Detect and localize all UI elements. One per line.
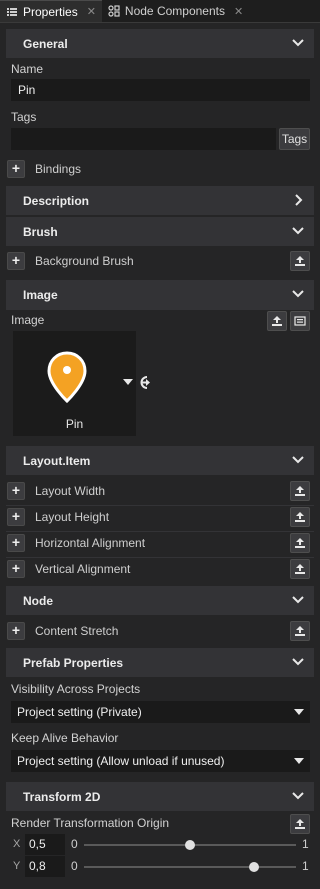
tab-bar: Properties ✕ Node Components ✕ [0, 0, 320, 23]
x-axis-label: X [13, 838, 21, 850]
upload-icon[interactable] [290, 507, 310, 527]
add-horizontal-alignment-button[interactable]: + [7, 534, 25, 552]
divider [6, 557, 314, 558]
image-label: Image [11, 313, 45, 327]
caret-down-icon[interactable] [123, 379, 133, 386]
add-layout-width-button[interactable]: + [7, 482, 25, 500]
divider [6, 531, 314, 532]
section-title: Prefab Properties [23, 655, 124, 670]
section-title: Brush [23, 224, 58, 239]
section-general[interactable]: General [6, 29, 314, 58]
section-title: Node [23, 593, 53, 608]
section-brush[interactable]: Brush [6, 217, 314, 246]
upload-icon[interactable] [267, 311, 287, 331]
visibility-value: Project setting (Private) [17, 705, 142, 719]
keep-alive-label: Keep Alive Behavior [11, 731, 119, 745]
chevron-down-icon [292, 456, 304, 464]
close-icon[interactable]: ✕ [87, 5, 96, 18]
content-stretch-label: Content Stretch [35, 624, 119, 638]
render-origin-label: Render Transformation Origin [11, 816, 170, 830]
tags-field[interactable] [11, 128, 276, 150]
chevron-down-icon [292, 792, 304, 800]
browse-icon[interactable] [290, 311, 310, 331]
section-title: Description [23, 193, 90, 208]
section-transform-2d[interactable]: Transform 2D [6, 782, 314, 811]
add-background-brush-button[interactable]: + [7, 252, 25, 270]
tab-node-components-label: Node Components [124, 4, 225, 18]
add-bindings-button[interactable]: + [7, 160, 25, 178]
chevron-down-icon [292, 596, 304, 604]
vertical-alignment-label: Vertical Alignment [35, 562, 131, 576]
y-min-label: 0 [71, 859, 78, 873]
x-value-field[interactable]: 0,5 [25, 834, 65, 855]
divider [6, 505, 314, 506]
divider [6, 309, 314, 310]
y-slider-knob[interactable] [248, 862, 259, 872]
section-title: Layout.Item [23, 453, 91, 468]
section-layout-item[interactable]: Layout.Item [6, 446, 314, 475]
upload-icon[interactable] [290, 481, 310, 501]
tags-button[interactable]: Tags [279, 128, 310, 150]
section-title: Image [23, 287, 58, 302]
add-content-stretch-button[interactable]: + [7, 622, 25, 640]
y-value-field[interactable]: 0,8 [25, 856, 65, 877]
chevron-down-icon [292, 227, 304, 235]
upload-icon[interactable] [290, 621, 310, 641]
list-icon [6, 6, 18, 18]
upload-icon[interactable] [290, 251, 310, 271]
add-vertical-alignment-button[interactable]: + [7, 560, 25, 578]
x-min-label: 0 [71, 837, 78, 851]
image-preview[interactable]: Pin [13, 331, 136, 436]
section-description[interactable]: Description [6, 186, 314, 215]
image-asset-name: Pin [65, 417, 84, 431]
horizontal-alignment-label: Horizontal Alignment [35, 536, 146, 550]
y-axis-label: Y [13, 860, 21, 872]
dropdown-arrow-icon [294, 758, 304, 764]
section-title: Transform 2D [23, 789, 101, 804]
navigate-to-asset-icon[interactable] [140, 375, 156, 390]
background-brush-label: Background Brush [35, 254, 134, 268]
map-pin-icon [47, 351, 87, 403]
chevron-down-icon [292, 39, 304, 47]
tab-properties-label: Properties [23, 4, 78, 19]
layout-width-label: Layout Width [35, 484, 106, 498]
chevron-down-icon [292, 658, 304, 666]
upload-icon[interactable] [290, 533, 310, 553]
section-title: General [23, 36, 68, 51]
y-slider-track[interactable] [84, 866, 296, 868]
visibility-dropdown[interactable]: Project setting (Private) [11, 701, 310, 723]
y-max-label: 1 [302, 859, 309, 873]
name-label: Name [11, 62, 44, 76]
x-slider-knob[interactable] [185, 840, 195, 850]
tags-label: Tags [11, 110, 37, 124]
section-image[interactable]: Image [6, 280, 314, 309]
close-icon[interactable]: ✕ [234, 5, 243, 18]
dropdown-arrow-icon [294, 709, 304, 715]
section-node[interactable]: Node [6, 586, 314, 615]
x-max-label: 1 [302, 837, 309, 851]
keep-alive-value: Project setting (Allow unload if unused) [17, 754, 225, 768]
bindings-label: Bindings [35, 162, 82, 176]
upload-icon[interactable] [290, 814, 310, 834]
add-layout-height-button[interactable]: + [7, 508, 25, 526]
tab-properties[interactable]: Properties ✕ [0, 0, 102, 22]
layout-height-label: Layout Height [35, 510, 110, 524]
components-icon [108, 5, 120, 17]
keep-alive-dropdown[interactable]: Project setting (Allow unload if unused) [11, 750, 310, 772]
tab-node-components[interactable]: Node Components ✕ [102, 0, 249, 22]
name-field[interactable]: Pin [11, 79, 310, 101]
chevron-down-icon [292, 290, 304, 298]
section-prefab-properties[interactable]: Prefab Properties [6, 648, 314, 677]
chevron-right-icon [295, 194, 303, 206]
upload-icon[interactable] [290, 559, 310, 579]
visibility-label: Visibility Across Projects [11, 682, 141, 696]
